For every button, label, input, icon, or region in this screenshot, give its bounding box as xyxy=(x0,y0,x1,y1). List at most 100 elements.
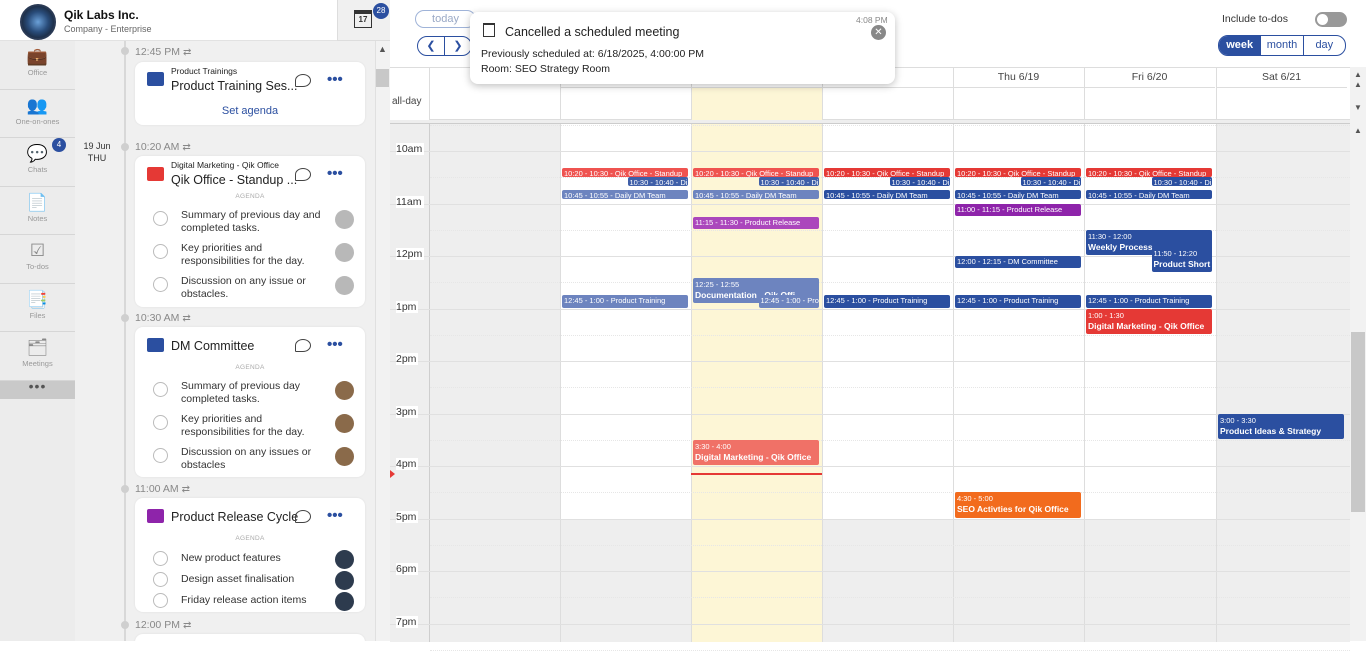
allday-scroll-down-arrow-2[interactable]: ▼ xyxy=(1354,103,1362,112)
day-column[interactable] xyxy=(1216,68,1217,642)
scroll-up-arrow[interactable]: ▲ xyxy=(1354,126,1362,135)
day-header[interactable]: Fri 6/20 xyxy=(1084,68,1215,88)
calendar-event[interactable]: 11:00 - 11:15 - Product Release xyxy=(955,203,1081,216)
calendar-event[interactable]: 12:45 - 1:00 - Produ xyxy=(758,295,819,308)
agenda-item-checkbox[interactable] xyxy=(153,593,168,608)
calendar-event[interactable]: 12:45 - 1:00 - Product Training xyxy=(955,295,1081,308)
calendar-event[interactable]: 10:30 - 10:40 - Di xyxy=(627,177,688,187)
more-options-button[interactable]: ••• xyxy=(327,336,343,353)
chat-icon[interactable] xyxy=(295,510,311,523)
sidebar-item-chats[interactable]: 💬 Chats 4 xyxy=(0,138,75,187)
agenda-item-checkbox[interactable] xyxy=(153,277,168,292)
calendar-event[interactable]: 10:20 - 10:30 - Qik Office - Standup xyxy=(562,168,688,178)
agenda-card-qik-office-standup[interactable]: Digital Marketing - Qik Office Qik Offic… xyxy=(135,156,365,307)
calendar-event[interactable]: 1:00 - 1:30 Digital Marketing - Qik Offic… xyxy=(1086,308,1212,334)
agenda-card-product-training[interactable]: Product Trainings Product Training Ses..… xyxy=(135,62,365,125)
calendar-toggle-button[interactable]: 17 28 xyxy=(337,0,390,41)
notification-toast[interactable]: Cancelled a scheduled meeting 4:08 PM ✕ … xyxy=(470,12,895,84)
day-header[interactable]: Thu 6/19 xyxy=(953,68,1084,88)
calendar-event[interactable]: 11:50 - 12:20 Product Short xyxy=(1151,247,1212,273)
agenda-heading: AGENDA xyxy=(235,364,265,371)
half-hour-line xyxy=(430,597,1350,599)
day-column[interactable] xyxy=(691,68,692,642)
calendar-event[interactable]: 11:15 - 11:30 - Product Release xyxy=(693,216,819,229)
calendar-event[interactable]: 10:45 - 10:55 - Daily DM Team xyxy=(693,190,819,200)
event-title: Digital Marketing - Qik Office xyxy=(1088,320,1205,331)
sidebar-item-meetings[interactable]: 🗂 Meetings xyxy=(0,332,75,381)
agenda-item-checkbox[interactable] xyxy=(153,415,168,430)
sidebar-more-button[interactable]: ••• xyxy=(0,379,75,399)
calendar-event[interactable]: 12:45 - 1:00 - Product Training xyxy=(824,295,950,308)
agenda-card-dm-committee[interactable]: DM Committee ••• AGENDA Summary of previ… xyxy=(135,327,365,477)
calendar-event[interactable]: 10:45 - 10:55 - Daily DM Team xyxy=(824,190,950,200)
event-time: 11:15 - 11:30 - Product Release xyxy=(695,217,801,227)
scroll-thumb[interactable] xyxy=(1351,332,1365,512)
close-icon[interactable]: ✕ xyxy=(871,25,886,40)
calendar-event[interactable]: 10:20 - 10:30 - Qik Office - Standup xyxy=(1086,168,1212,178)
sidebar-item-notes[interactable]: 📄 Notes xyxy=(0,187,75,235)
calendar-event[interactable]: 10:30 - 10:40 - Di xyxy=(1020,177,1081,187)
company-logo[interactable] xyxy=(20,4,56,40)
sidebar-item-files[interactable]: 📑 Files xyxy=(0,284,75,332)
chat-icon[interactable] xyxy=(295,74,311,87)
day-header[interactable]: Sat 6/21 xyxy=(1216,68,1347,88)
day-column[interactable] xyxy=(953,68,954,642)
event-time: 3:00 - 3:30 xyxy=(1220,415,1256,425)
calendar-event[interactable]: 4:30 - 5:00 SEO Activties for Qik Office xyxy=(955,492,1081,518)
agenda-item-checkbox[interactable] xyxy=(153,244,168,259)
sidebar-item-to-dos[interactable]: ☑ To-dos xyxy=(0,235,75,284)
scroll-up-arrow[interactable]: ▲ xyxy=(378,44,387,54)
calendar-event[interactable]: 10:20 - 10:30 - Qik Office - Standup xyxy=(693,168,819,178)
set-agenda-link[interactable]: Set agenda xyxy=(135,105,365,117)
view-month-button[interactable]: month xyxy=(1260,36,1302,55)
view-week-button[interactable]: week xyxy=(1219,36,1261,55)
calendar-event[interactable]: 12:45 - 1:00 - Product Training xyxy=(562,295,688,308)
all-day-row[interactable] xyxy=(430,88,1350,120)
calendar-event[interactable]: 10:45 - 10:55 - Daily DM Team xyxy=(1086,190,1212,200)
day-column[interactable] xyxy=(822,68,823,642)
calendar-event[interactable]: 10:20 - 10:30 - Qik Office - Standup xyxy=(824,168,950,178)
chat-icon[interactable] xyxy=(295,168,311,181)
sidebar-item-office[interactable]: 💼 Office xyxy=(0,41,75,90)
event-time: 10:20 - 10:30 - Qik Office - Standup xyxy=(826,169,945,178)
more-options-button[interactable]: ••• xyxy=(327,71,343,88)
agenda-item-checkbox[interactable] xyxy=(153,572,168,587)
include-todos-label: Include to-dos xyxy=(1222,13,1288,25)
calendar-event[interactable]: 10:45 - 10:55 - Daily DM Team xyxy=(562,190,688,200)
day-column[interactable] xyxy=(560,68,561,642)
hour-label: 3pm xyxy=(396,405,419,418)
calendar-event[interactable]: 12:00 - 12:15 - DM Committee xyxy=(955,256,1081,269)
calendar-event[interactable]: 3:30 - 4:00 Digital Marketing - Qik Offic… xyxy=(693,439,819,465)
calendar-event[interactable]: 12:45 - 1:00 - Product Training xyxy=(1086,295,1212,308)
sidebar-item-one-on-ones[interactable]: 👥 One-on-ones xyxy=(0,90,75,138)
agenda-item-checkbox[interactable] xyxy=(153,551,168,566)
view-day-button[interactable]: day xyxy=(1302,36,1345,55)
calendar-scrollbar[interactable]: ▲ ▲ ▼ ▲ xyxy=(1350,67,1366,641)
calendar-event[interactable]: 10:30 - 10:40 - Di xyxy=(758,177,819,187)
agenda-item-checkbox[interactable] xyxy=(153,448,168,463)
more-options-button[interactable]: ••• xyxy=(327,165,343,182)
agenda-card-product-release-cycle[interactable]: Product Release Cycle ••• AGENDA New pro… xyxy=(135,498,365,612)
prev-week-button[interactable]: ❮ xyxy=(417,36,445,56)
agenda-card-next[interactable] xyxy=(135,634,365,641)
calendar-event[interactable]: 10:45 - 10:55 - Daily DM Team xyxy=(955,190,1081,200)
calendar-event[interactable]: 10:30 - 10:40 - Di xyxy=(889,177,950,187)
chat-icon[interactable] xyxy=(295,339,311,352)
agenda-scrollbar[interactable]: ▲ xyxy=(375,41,390,641)
avatar xyxy=(335,210,354,229)
allday-scroll-up-arrow[interactable]: ▲ xyxy=(1354,70,1362,79)
scroll-thumb[interactable] xyxy=(376,69,389,87)
calendar-event[interactable]: 10:20 - 10:30 - Qik Office - Standup xyxy=(955,168,1081,178)
next-week-button[interactable]: ❯ xyxy=(444,36,472,56)
include-todos-toggle[interactable] xyxy=(1315,12,1347,27)
card-category: Product Trainings xyxy=(171,66,238,76)
allday-scroll-down-arrow[interactable]: ▲ xyxy=(1354,80,1362,89)
day-column[interactable] xyxy=(1084,68,1085,642)
today-button[interactable]: today xyxy=(415,10,476,28)
calendar-event[interactable]: 10:30 - 10:40 - Di xyxy=(1151,177,1212,187)
calendar-event[interactable]: 3:00 - 3:30 Product Ideas & Strategy xyxy=(1218,413,1344,439)
more-options-button[interactable]: ••• xyxy=(327,507,343,524)
event-time: 12:45 - 1:00 - Product Training xyxy=(957,296,1059,306)
agenda-item-checkbox[interactable] xyxy=(153,211,168,226)
agenda-item-checkbox[interactable] xyxy=(153,382,168,397)
